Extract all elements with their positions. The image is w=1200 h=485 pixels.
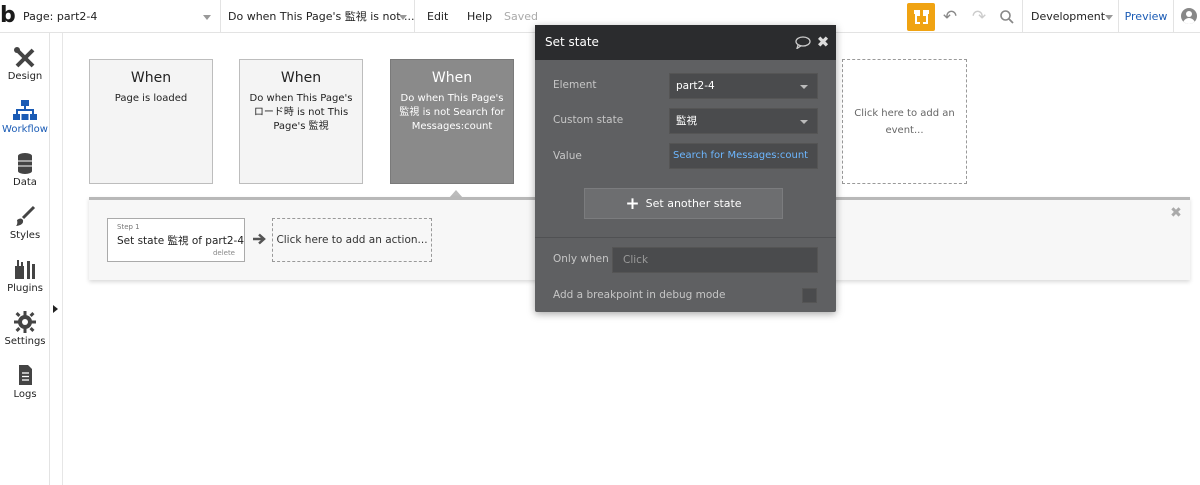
database-icon bbox=[18, 153, 32, 174]
gear-icon bbox=[14, 311, 36, 333]
sidebar-item-settings[interactable]: Settings bbox=[0, 303, 50, 353]
add-event-label: Click here to add an event... bbox=[854, 108, 955, 136]
chevron-down-icon bbox=[800, 120, 808, 124]
element-label: Element bbox=[553, 79, 597, 91]
custom-state-value: 監視 bbox=[676, 115, 697, 127]
event-card-load-watch[interactable]: When Do when This Page's ロード時 is not Thi… bbox=[239, 59, 363, 184]
chevron-down-icon bbox=[399, 15, 407, 20]
panel-header: Set state ✖ bbox=[535, 25, 836, 60]
value-label: Value bbox=[553, 150, 582, 162]
event-selector-label: Do when This Page's 監視 is not ... bbox=[228, 10, 415, 23]
page-selector[interactable]: Page: part2-4 bbox=[18, 0, 221, 33]
close-icon[interactable]: ✖ bbox=[1170, 206, 1182, 220]
panel-divider bbox=[535, 237, 836, 238]
add-event-button[interactable]: Click here to add an event... bbox=[842, 59, 967, 184]
edit-menu[interactable]: Edit bbox=[427, 0, 448, 33]
gift-ribbon bbox=[920, 10, 923, 24]
sidebar-item-label: Design bbox=[7, 71, 43, 82]
panel-title: Set state bbox=[545, 35, 599, 49]
sidebar-item-design[interactable]: Design bbox=[0, 38, 50, 88]
event-description: Do when This Page's 監視 is not Search for… bbox=[399, 93, 505, 132]
saved-status: Saved bbox=[504, 10, 538, 23]
gift-icon[interactable] bbox=[907, 3, 935, 31]
sidebar-expand-icon[interactable] bbox=[53, 305, 58, 313]
environment-selector[interactable]: Development bbox=[1022, 0, 1118, 33]
step-title: Set state 監視 of part2-4 bbox=[117, 235, 244, 247]
chevron-down-icon bbox=[203, 15, 211, 20]
delete-step-link[interactable]: delete bbox=[213, 249, 235, 257]
step-1-action[interactable]: Step 1 Set state 監視 of part2-4 delete bbox=[107, 218, 245, 262]
workflow-icon bbox=[13, 100, 37, 120]
sidebar-item-data[interactable]: Data bbox=[0, 144, 50, 194]
sidebar-item-plugins[interactable]: Plugins bbox=[0, 250, 50, 300]
set-state-panel: Set state ✖ Element part2-4 Custom state… bbox=[535, 25, 836, 312]
event-description: Page is loaded bbox=[114, 93, 188, 104]
user-avatar-icon[interactable] bbox=[1181, 8, 1197, 24]
bubble-logo[interactable]: b bbox=[0, 4, 18, 28]
event-when-label: When bbox=[280, 70, 322, 86]
avatar-head bbox=[1186, 11, 1192, 17]
only-when-input[interactable]: Click bbox=[612, 247, 818, 273]
only-when-label: Only when bbox=[553, 253, 609, 265]
sidebar-item-label: Settings bbox=[4, 336, 46, 347]
left-sidebar: Design Workflow Data Styles Plugins Sett… bbox=[0, 33, 50, 485]
search-icon[interactable] bbox=[997, 7, 1017, 27]
sidebar-item-styles[interactable]: Styles bbox=[0, 197, 50, 247]
event-card-page-loaded[interactable]: When Page is loaded bbox=[89, 59, 213, 184]
plus-icon: + bbox=[625, 194, 640, 214]
element-dropdown[interactable]: part2-4 bbox=[669, 73, 818, 99]
chevron-down-icon bbox=[1105, 15, 1113, 20]
sidebar-item-label: Workflow bbox=[2, 124, 48, 135]
undo-icon[interactable]: ↶ bbox=[940, 7, 960, 27]
sidebar-item-label: Data bbox=[13, 177, 37, 188]
sidebar-item-logs[interactable]: Logs bbox=[0, 356, 50, 406]
preview-button[interactable]: Preview bbox=[1118, 0, 1174, 33]
breakpoint-label: Add a breakpoint in debug mode bbox=[553, 289, 726, 301]
design-icon bbox=[14, 47, 35, 68]
page-selector-label: Page: part2-4 bbox=[23, 10, 98, 23]
sidebar-item-workflow[interactable]: Workflow bbox=[0, 91, 50, 141]
set-another-label: Set another state bbox=[645, 197, 742, 210]
help-menu[interactable]: Help bbox=[467, 0, 492, 33]
environment-label: Development bbox=[1031, 10, 1106, 23]
set-another-state-button[interactable]: + Set another state bbox=[584, 188, 783, 219]
step-number: Step 1 bbox=[117, 223, 140, 231]
breakpoint-checkbox[interactable] bbox=[802, 288, 817, 303]
event-selector[interactable]: Do when This Page's 監視 is not ... bbox=[222, 0, 415, 33]
custom-state-label: Custom state bbox=[553, 114, 624, 126]
event-description: Do when This Page's ロード時 is not This Pag… bbox=[249, 93, 353, 132]
plugin-icon bbox=[15, 260, 35, 279]
sidebar-item-label: Plugins bbox=[7, 283, 43, 294]
chevron-down-icon bbox=[800, 85, 808, 89]
custom-state-dropdown[interactable]: 監視 bbox=[669, 108, 818, 134]
canvas-gutter bbox=[62, 33, 63, 485]
sidebar-item-label: Logs bbox=[13, 389, 37, 400]
event-when-label: When bbox=[431, 70, 473, 86]
element-value: part2-4 bbox=[676, 80, 715, 92]
event-card-watch-count[interactable]: When Do when This Page's 監視 is not Searc… bbox=[390, 59, 514, 184]
brush-icon bbox=[16, 205, 36, 226]
value-expression-field[interactable]: Search for Messages:count bbox=[669, 143, 818, 169]
sidebar-item-label: Styles bbox=[9, 230, 41, 241]
event-when-label: When bbox=[130, 70, 172, 86]
close-icon[interactable]: ✖ bbox=[816, 34, 830, 50]
add-action-button[interactable]: Click here to add an action... bbox=[272, 218, 432, 262]
document-icon bbox=[19, 365, 32, 385]
comment-icon[interactable] bbox=[795, 36, 811, 49]
redo-icon[interactable]: ↷ bbox=[969, 7, 989, 27]
avatar-body bbox=[1183, 18, 1195, 24]
arrow-right-icon bbox=[253, 233, 266, 245]
